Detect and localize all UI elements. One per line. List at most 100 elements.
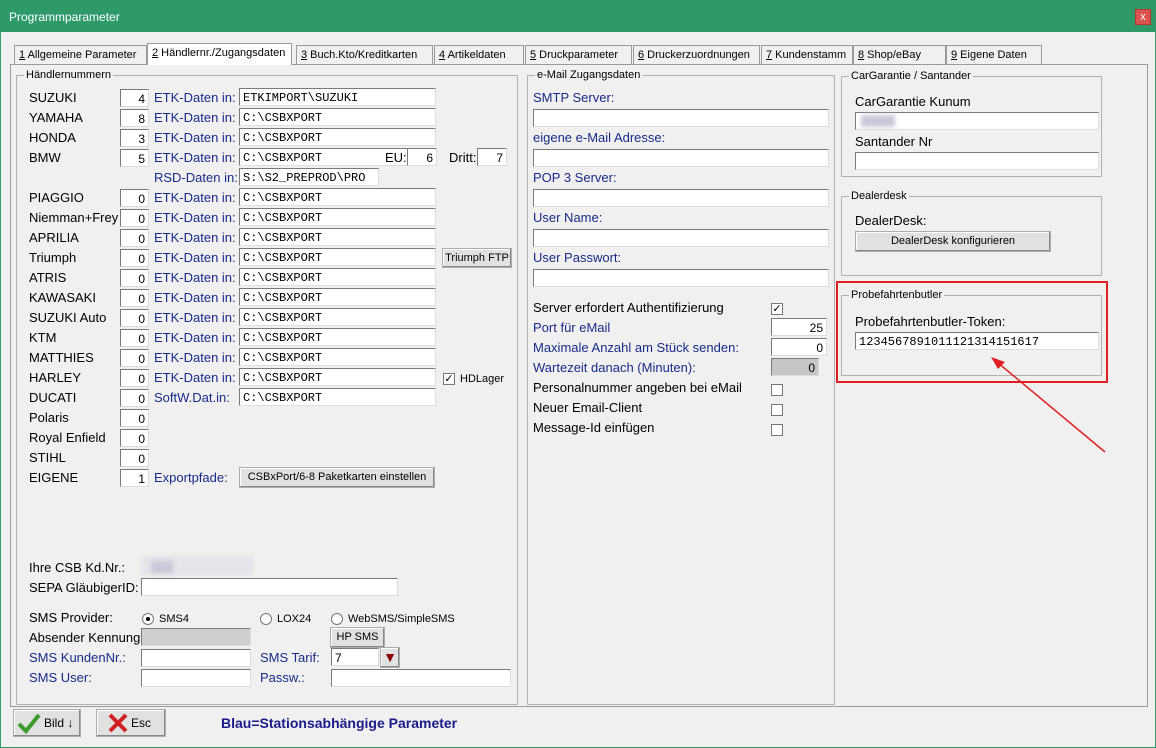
tab-allgemeine-parameter[interactable]: 1 Allgemeine Parameter [14,45,147,64]
dealer-number-input[interactable]: 0 [120,409,149,427]
dealer-name: STIHL [29,450,66,465]
dealer-number-input[interactable]: 0 [120,429,149,447]
dealer-number-input[interactable]: 1 [120,469,149,487]
absender-input[interactable] [141,628,251,646]
dealer-name: Triumph [29,250,77,265]
etk-data-label: SoftW.Dat.in: [154,390,230,405]
dealer-number-input[interactable]: 0 [120,229,149,247]
sms-tarif-dropdown-arrow-icon[interactable]: ▼ [380,647,400,668]
etk-data-label: ETK-Daten in: [154,150,236,165]
user-password-label: User Passwort: [533,250,622,265]
hp-sms-button[interactable]: HP SMS [330,627,385,648]
dealer-name: Royal Enfield [29,430,106,445]
absender-label: Absender Kennung [29,630,141,645]
tab-druckerzuordnungen[interactable]: 6 Druckerzuordnungen [633,45,760,64]
dealer-name: KTM [29,330,57,345]
etk-path-input[interactable]: C:\CSBXPORT [239,208,436,226]
window-title: Programmparameter [9,10,120,24]
santander-input[interactable] [855,152,1099,170]
auth-checkbox[interactable]: ✓ [771,303,783,315]
footer-note: Blau=Stationsabhängige Parameter [221,715,458,731]
export-paths-button[interactable]: CSBxPort/6-8 Paketkarten einstellen [239,467,435,488]
radio-lox24[interactable] [260,613,272,625]
dealer-number-input[interactable]: 0 [120,289,149,307]
tab-druckparameter[interactable]: 5 Druckparameter [525,45,632,64]
sms-user-input[interactable] [141,669,251,687]
eu-label: EU: [385,150,407,165]
personal-number-checkbox[interactable] [771,384,783,396]
program-parameters-window: Programmparameter x 1 Allgemeine Paramet… [0,0,1156,748]
sms-kundennr-label: SMS KundenNr.: [29,650,126,665]
pop3-label: POP 3 Server: [533,170,617,185]
dealer-number-input[interactable]: 0 [120,269,149,287]
dealer-name: ATRIS [29,270,67,285]
etk-path-input[interactable]: C:\CSBXPORT [239,348,436,366]
radio-sms4[interactable] [142,613,154,625]
dritt-input[interactable]: 7 [477,148,507,166]
etk-data-label: ETK-Daten in: [154,350,236,365]
tab-haendlernr-zugangsdaten[interactable]: 2 Händlernr./Zugangsdaten [147,43,292,65]
triumph-ftp-button[interactable]: Triumph FTP [442,248,512,268]
close-button[interactable]: x [1135,9,1151,25]
etk-path-input[interactable]: C:\CSBXPORT [239,308,436,326]
dealer-number-input[interactable]: 0 [120,369,149,387]
user-password-input[interactable] [533,269,829,287]
etk-data-label: ETK-Daten in: [154,330,236,345]
dealer-number-input[interactable]: 8 [120,109,149,127]
max-send-input[interactable]: 0 [771,338,827,356]
dealer-name: HARLEY [29,370,82,385]
tab-artikeldaten[interactable]: 4 Artikeldaten [434,45,524,64]
etk-path-input[interactable]: C:\CSBXPORT [239,288,436,306]
dealer-number-input[interactable]: 0 [120,329,149,347]
esc-button-label: Esc [131,716,152,730]
dealer-number-input[interactable]: 0 [120,209,149,227]
etk-path-input[interactable]: C:\CSBXPORT [239,328,436,346]
dealer-number-input[interactable]: 0 [120,449,149,467]
message-id-checkbox[interactable] [771,424,783,436]
sms-tarif-input[interactable]: 7 [331,648,379,666]
port-label: Port für eMail [533,320,611,335]
smtp-input[interactable] [533,109,829,127]
title-bar[interactable]: Programmparameter x [1,1,1156,32]
pop3-input[interactable] [533,189,829,207]
etk-path-input[interactable]: ETKIMPORT\SUZUKI [239,88,436,106]
dealer-number-input[interactable]: 3 [120,129,149,147]
email-caption: e-Mail Zugangsdaten [535,69,643,81]
sms-password-input[interactable] [331,669,511,687]
tab-buch-kto[interactable]: 3 Buch.Kto/Kreditkarten [296,45,433,64]
new-client-checkbox[interactable] [771,404,783,416]
etk-path-input[interactable]: C:\CSBXPORT [239,368,436,386]
dealer-number-input[interactable]: 0 [120,349,149,367]
sms-kundennr-input[interactable] [141,649,251,667]
dealer-number-input[interactable]: 0 [120,249,149,267]
etk-path-input[interactable]: C:\CSBXPORT [239,128,436,146]
tab-eigene-daten[interactable]: 9 Eigene Daten [946,45,1042,64]
hdlager-checkbox[interactable]: ✓ [443,373,455,385]
etk-path-input[interactable]: C:\CSBXPORT [239,268,436,286]
dealer-number-input[interactable]: 0 [120,309,149,327]
radio-websms[interactable] [331,613,343,625]
sepa-input[interactable] [141,578,398,596]
dealer-number-input[interactable]: 5 [120,149,149,167]
tab-shop-ebay[interactable]: 8 Shop/eBay [853,45,946,64]
etk-path-input[interactable]: C:\CSBXPORT [239,188,436,206]
cargarantie-caption: CarGarantie / Santander [849,70,973,82]
etk-path-input[interactable]: S:\S2_PREPROD\PRO [239,168,379,186]
tab-kundenstamm[interactable]: 7 Kundenstamm [761,45,853,64]
eu-input[interactable]: 6 [407,148,437,166]
etk-path-input[interactable]: C:\CSBXPORT [239,388,436,406]
email-address-input[interactable] [533,149,829,167]
dealer-name: DUCATI [29,390,77,405]
port-input[interactable]: 25 [771,318,827,336]
dealer-number-input[interactable]: 0 [120,189,149,207]
annotation-arrow [991,357,1106,453]
user-name-input[interactable] [533,229,829,247]
etk-path-input[interactable]: C:\CSBXPORT [239,228,436,246]
wait-input[interactable]: 0 [771,358,819,376]
message-id-label: Message-Id einfügen [533,420,655,435]
dealerdesk-configure-button[interactable]: DealerDesk konfigurieren [855,231,1051,252]
etk-path-input[interactable]: C:\CSBXPORT [239,248,436,266]
dealer-number-input[interactable]: 4 [120,89,149,107]
etk-path-input[interactable]: C:\CSBXPORT [239,108,436,126]
dealer-number-input[interactable]: 0 [120,389,149,407]
